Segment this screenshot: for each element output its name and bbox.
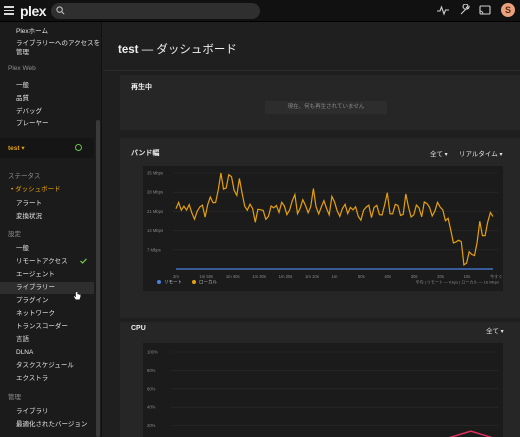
bandwidth-chart: 35 Mbps 28 Mbps 21 Mbps 14 Mbps 7 Mbps 2m 1m 5…	[147, 171, 503, 286]
y-tick-label: 21 Mbps	[147, 209, 163, 214]
legend-remote-marker	[157, 280, 161, 284]
x-tick-label: 1m 50s	[199, 274, 213, 279]
sidebar-item-plex-home[interactable]: Plexホーム	[16, 27, 48, 36]
sidebar-item-extras[interactable]: エクストラ	[16, 374, 48, 383]
sidebar-item-agents[interactable]: エージェント	[16, 270, 55, 279]
x-tick-label: 20s	[437, 274, 444, 279]
y-tick-label: 14 Mbps	[147, 228, 163, 233]
sidebar-item-remote-access[interactable]: リモートアクセス	[16, 257, 68, 266]
logo-text: plex	[20, 3, 47, 19]
hand-cursor-icon	[73, 291, 81, 301]
main-content: test — ダッシュボード 再生中 現在、何も再生されていません バンド幅 全…	[103, 22, 520, 437]
menu-icon[interactable]	[4, 6, 14, 15]
bandwidth-filter-dropdown[interactable]: 全て	[430, 148, 448, 158]
sidebar-header-status: ステータス	[8, 173, 41, 180]
cpu-filter-dropdown[interactable]: 全て	[486, 325, 504, 335]
series-local-line	[175, 172, 494, 266]
x-tick-label: 50s	[358, 274, 365, 279]
y-tick-label: 7 Mbps	[147, 247, 161, 252]
now-playing-card: 再生中 現在、何も再生されていません	[120, 75, 520, 130]
bandwidth-title: バンド幅	[131, 150, 160, 157]
server-status-icon	[75, 144, 82, 151]
search-input[interactable]	[51, 3, 260, 19]
x-tick-label: 1m 10s	[305, 274, 319, 279]
sidebar-item-transcoder[interactable]: トランスコーダー	[16, 322, 68, 331]
sidebar-item-quality[interactable]: 品質	[16, 94, 29, 103]
legend-remote-label: リモート	[164, 280, 182, 285]
sidebar-item-alerts[interactable]: アラート	[16, 199, 42, 208]
activity-icon[interactable]	[437, 4, 449, 16]
sidebar-item-language[interactable]: 言語	[16, 335, 29, 344]
cpu-series-line	[448, 430, 493, 437]
bandwidth-footer-stats: 平均 | リモート — Kbps | ローカル — 16 Mbps	[416, 279, 499, 285]
cast-icon[interactable]	[479, 4, 491, 16]
x-tick-label: 1m 30s	[252, 274, 266, 279]
sidebar-item-optimized-versions[interactable]: 最適化されたバージョン	[16, 420, 87, 429]
x-tick-label: 1m 20s	[279, 274, 293, 279]
sidebar-item-libraries[interactable]: ライブラリ	[16, 407, 49, 416]
sidebar-item-plugins[interactable]: プラグイン	[16, 296, 49, 305]
sidebar-header-manage: 管理	[8, 394, 21, 401]
now-playing-title: 再生中	[131, 84, 152, 91]
sidebar-item-player[interactable]: プレーヤー	[16, 119, 49, 128]
x-tick-label: 40s	[384, 274, 391, 279]
y-tick-label: 20%	[147, 423, 156, 428]
server-selector[interactable]: test ▾	[0, 138, 94, 158]
sidebar-item-general[interactable]: 一般	[16, 81, 29, 90]
x-tick-label: 10s	[464, 274, 471, 279]
user-avatar[interactable]: S	[501, 3, 515, 17]
check-icon	[80, 258, 87, 264]
settings-icon[interactable]	[459, 4, 471, 16]
legend-local-label: ローカル	[199, 280, 217, 286]
sidebar: Plexホーム ライブラリーへのアクセスを 管理 Plex Web 一般 品質 …	[0, 22, 102, 437]
y-tick-label: 60%	[147, 386, 156, 391]
sidebar-item-conversions[interactable]: 変換状況	[16, 212, 42, 221]
top-bar: plex S	[0, 0, 520, 22]
x-tick-label: 2m	[173, 274, 179, 279]
sidebar-header-plex-web: Plex Web	[8, 65, 36, 72]
bandwidth-chart-area: 35 Mbps 28 Mbps 21 Mbps 14 Mbps 7 Mbps 2m 1m 5…	[143, 166, 503, 291]
cpu-chart: 100% 80% 60% 40% 20%	[147, 350, 498, 437]
page-title: test — ダッシュボード	[118, 44, 237, 56]
cpu-card: CPU 全て 100% 80% 60% 40% 20%	[120, 322, 520, 437]
y-tick-label: 28 Mbps	[147, 190, 163, 195]
sidebar-item-library[interactable]: ライブラリー	[16, 283, 55, 292]
cpu-title: CPU	[131, 325, 146, 332]
sidebar-item-library-access[interactable]: ライブラリーへのアクセスを	[16, 39, 100, 48]
bandwidth-card: バンド幅 全て リアルタイム 35 Mbps 28 Mbps 21 Mbps 14 M…	[120, 138, 520, 318]
sidebar-scrollbar[interactable]	[96, 120, 100, 437]
sidebar-header-settings: 設定	[8, 231, 21, 238]
sidebar-item-library-access-2[interactable]: 管理	[16, 48, 29, 57]
y-tick-label: 80%	[147, 368, 156, 373]
now-playing-empty-message: 現在、何も再生されていません	[265, 101, 387, 114]
y-tick-label: 35 Mbps	[147, 171, 163, 176]
x-tick-label: 30s	[411, 274, 418, 279]
x-tick-label: 1m	[332, 274, 338, 279]
title-divider	[103, 70, 520, 71]
bandwidth-range-dropdown[interactable]: リアルタイム	[459, 148, 503, 158]
cpu-chart-area: 100% 80% 60% 40% 20%	[143, 343, 503, 437]
plex-logo[interactable]: plex	[20, 3, 47, 19]
sidebar-item-settings-general[interactable]: 一般	[16, 244, 29, 253]
sidebar-item-network[interactable]: ネットワーク	[16, 309, 55, 318]
sidebar-item-dashboard[interactable]: • ダッシュボード	[11, 185, 61, 194]
server-name: test ▾	[8, 145, 25, 152]
sidebar-item-dlna[interactable]: DLNA	[16, 348, 33, 357]
y-tick-label: 100%	[147, 350, 158, 355]
y-tick-label: 40%	[147, 405, 156, 410]
legend-local-marker	[192, 280, 196, 284]
sidebar-item-scheduled-tasks[interactable]: タスクスケジュール	[16, 361, 74, 370]
sidebar-item-debug[interactable]: デバッグ	[16, 107, 42, 116]
search-icon	[56, 6, 65, 15]
x-tick-label: 1m 40s	[226, 274, 240, 279]
